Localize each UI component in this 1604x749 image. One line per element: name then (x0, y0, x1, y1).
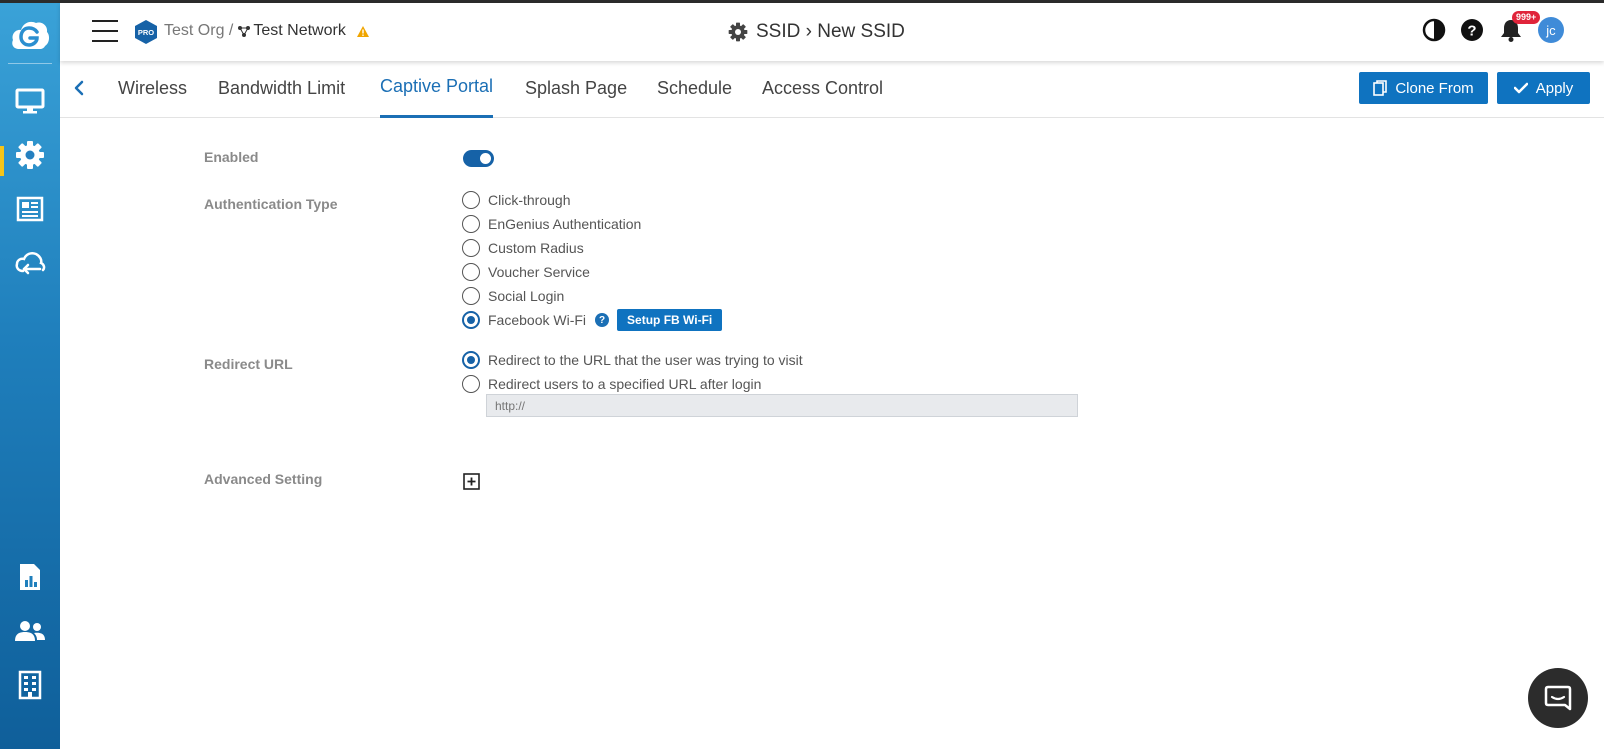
page-title: SSID › New SSID (728, 21, 905, 43)
tab-bandwidth-limit[interactable]: Bandwidth Limit (218, 78, 345, 99)
top-header: PRO Test Org / Test Network SSID › New S… (60, 3, 1604, 61)
check-icon (1513, 82, 1528, 94)
gear-icon (728, 22, 748, 42)
redirect-option-original[interactable]: Redirect to the URL that the user was tr… (462, 350, 803, 370)
expand-plus-icon[interactable] (463, 473, 480, 490)
sidebar-separator (8, 63, 52, 64)
header-actions: ? 999+ jc (1422, 11, 1564, 43)
radio-button[interactable] (462, 375, 480, 393)
notifications[interactable]: 999+ (1498, 11, 1541, 43)
copy-icon (1373, 80, 1388, 96)
chat-icon (1544, 685, 1572, 711)
back-arrow-icon[interactable] (72, 79, 86, 97)
auth-option-social-login[interactable]: Social Login (462, 286, 564, 306)
auth-type-label: Authentication Type (204, 196, 338, 212)
radio-label: EnGenius Authentication (488, 216, 642, 232)
tab-captive-portal[interactable]: Captive Portal (380, 76, 493, 97)
tab-access-control[interactable]: Access Control (762, 78, 883, 99)
gear-icon (16, 141, 44, 169)
sidebar-item-logs[interactable] (0, 185, 60, 233)
pro-badge: PRO (135, 20, 157, 44)
users-icon (15, 621, 45, 641)
radio-button[interactable] (462, 215, 480, 233)
clone-from-label: Clone From (1395, 79, 1474, 97)
sidebar-item-configure[interactable] (0, 131, 60, 179)
radio-button[interactable] (462, 287, 480, 305)
enabled-label: Enabled (204, 149, 259, 165)
contrast-icon[interactable] (1422, 18, 1446, 42)
sidebar-item-users[interactable] (0, 607, 60, 655)
auth-option-custom-radius[interactable]: Custom Radius (462, 238, 584, 258)
sidebar (0, 3, 60, 749)
tab-wireless[interactable]: Wireless (118, 78, 187, 99)
auth-option-engenius[interactable]: EnGenius Authentication (462, 214, 641, 234)
radio-label: Voucher Service (488, 264, 590, 280)
cloud-icon (15, 251, 46, 275)
advanced-setting-label: Advanced Setting (204, 471, 323, 487)
apply-button[interactable]: Apply (1497, 72, 1590, 104)
radio-label: Redirect users to a specified URL after … (488, 376, 762, 392)
radio-button[interactable] (462, 239, 480, 257)
app-root: PRO Test Org / Test Network SSID › New S… (0, 0, 1604, 749)
breadcrumb: Test Org / Test Network (164, 22, 370, 40)
sidebar-item-organization[interactable] (0, 661, 60, 709)
help-icon[interactable]: ? (1460, 18, 1484, 42)
tab-schedule[interactable]: Schedule (657, 78, 732, 99)
sidebar-item-reports[interactable] (0, 553, 60, 601)
page-title-text: SSID › New SSID (756, 21, 905, 42)
network-icon (238, 26, 251, 37)
radio-button[interactable] (462, 191, 480, 209)
setup-fb-wifi-button[interactable]: Setup FB Wi-Fi (617, 309, 723, 331)
radio-label: Facebook Wi-Fi (488, 312, 587, 328)
radio-label: Redirect to the URL that the user was tr… (488, 352, 803, 368)
radio-button-checked[interactable] (462, 351, 480, 369)
tabs-bar: Wireless Bandwidth Limit Captive Portal … (60, 61, 1604, 118)
newspaper-icon (16, 196, 44, 222)
menu-icon[interactable] (92, 20, 118, 42)
redirect-url-input[interactable] (486, 394, 1078, 417)
avatar[interactable]: jc (1538, 17, 1564, 43)
clone-from-button[interactable]: Clone From (1359, 72, 1488, 104)
report-icon (20, 564, 40, 590)
monitor-icon (15, 88, 45, 114)
radio-button-checked[interactable] (462, 311, 480, 329)
breadcrumb-org[interactable]: Test Org / (164, 22, 233, 40)
tab-splash-page[interactable]: Splash Page (525, 78, 627, 99)
svg-text:PRO: PRO (138, 28, 154, 37)
enabled-toggle[interactable] (463, 150, 494, 167)
warning-icon[interactable] (356, 25, 370, 38)
toggle-knob (480, 153, 491, 164)
building-icon (18, 670, 42, 700)
radio-label: Social Login (488, 288, 565, 304)
breadcrumb-network[interactable]: Test Network (253, 22, 345, 40)
sidebar-item-cloud[interactable] (0, 239, 60, 287)
engenius-logo (12, 21, 50, 49)
svg-text:?: ? (1467, 23, 1476, 40)
notification-badge: 999+ (1512, 11, 1541, 24)
auth-option-voucher[interactable]: Voucher Service (462, 262, 590, 282)
radio-label: Custom Radius (488, 240, 584, 256)
apply-label: Apply (1535, 79, 1574, 97)
redirect-option-specified[interactable]: Redirect users to a specified URL after … (462, 374, 761, 394)
active-tab-underline (380, 115, 493, 118)
chat-widget-button[interactable] (1528, 668, 1588, 728)
auth-option-click-through[interactable]: Click-through (462, 190, 570, 210)
redirect-url-label: Redirect URL (204, 356, 293, 372)
help-icon[interactable]: ? (595, 313, 610, 327)
radio-button[interactable] (462, 263, 480, 281)
radio-label: Click-through (488, 192, 571, 208)
auth-option-facebook-wifi[interactable]: Facebook Wi-Fi ? Setup FB Wi-Fi (462, 309, 723, 331)
sidebar-item-monitor[interactable] (0, 77, 60, 125)
